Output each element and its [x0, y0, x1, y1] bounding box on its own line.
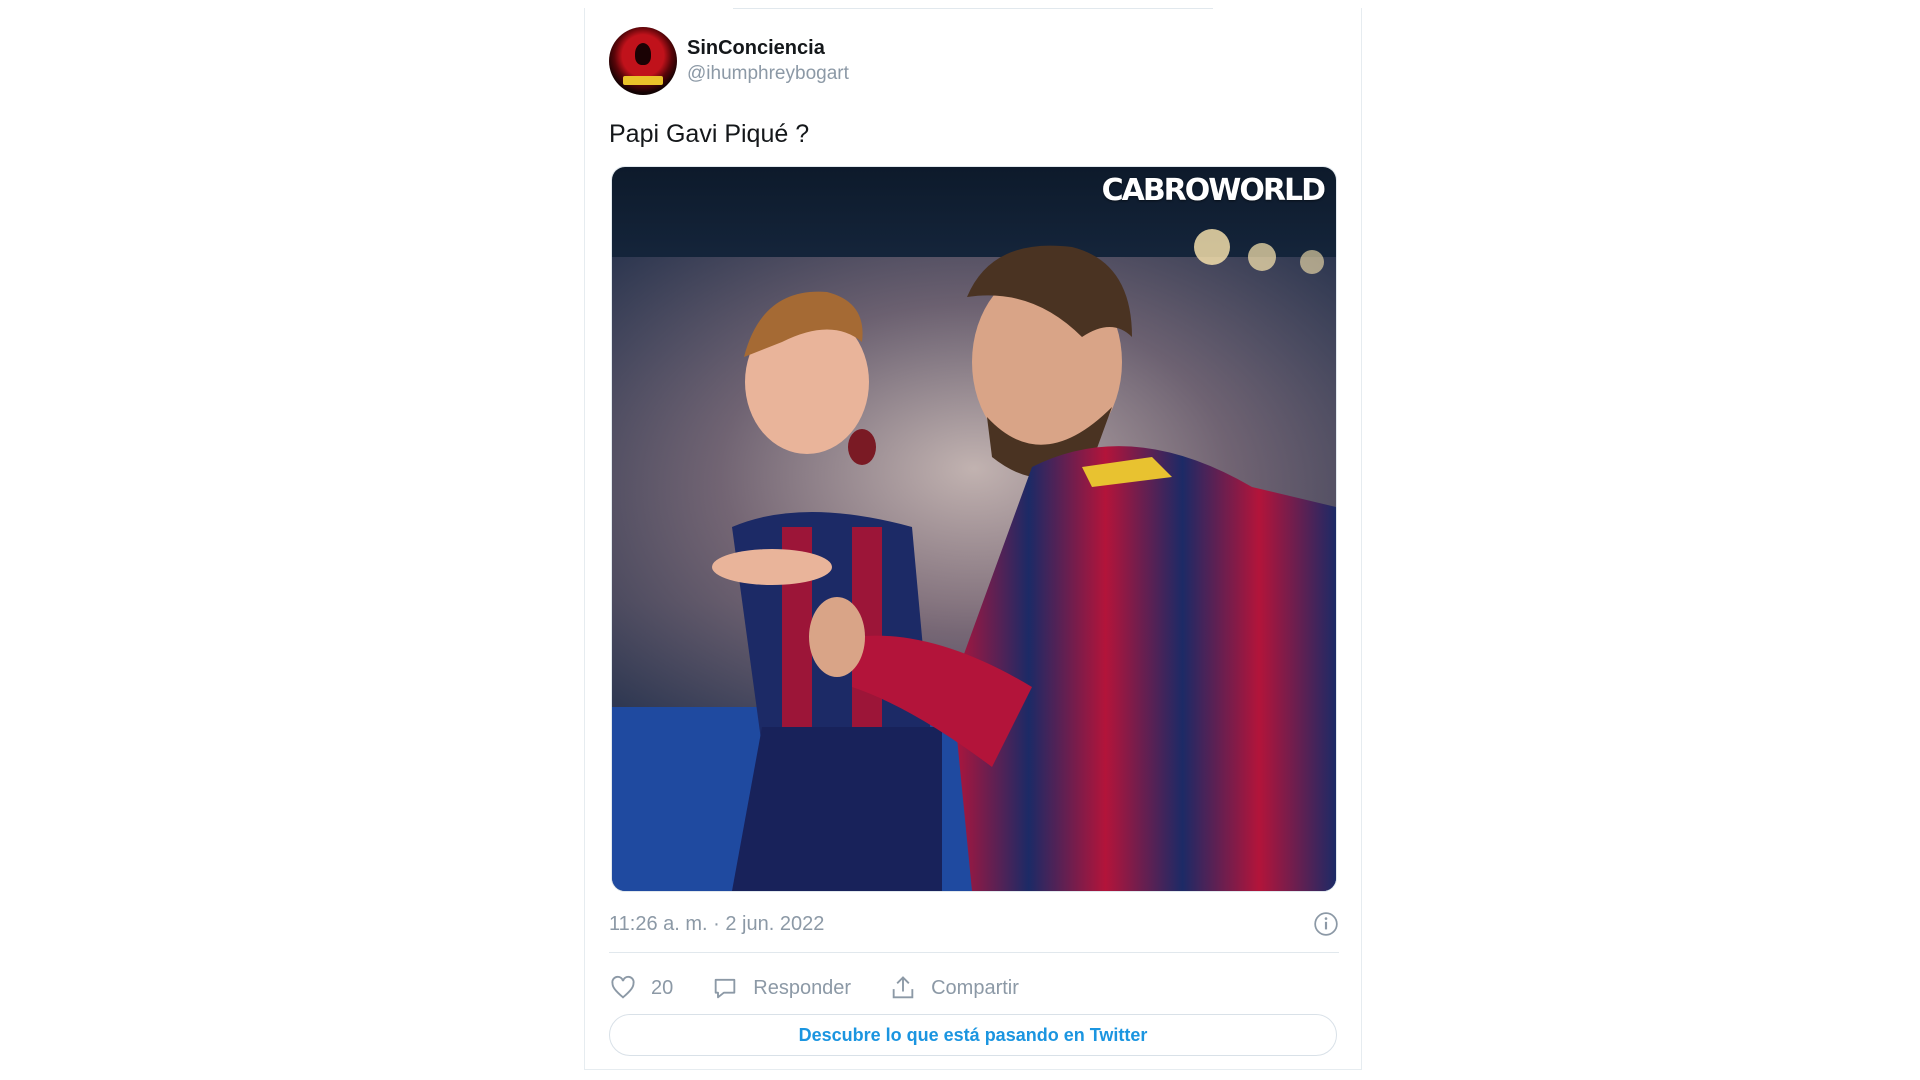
author-display-name[interactable]: SinConciencia: [687, 35, 849, 61]
tweet-meta: 11:26 a. m. · 2 jun. 2022: [609, 908, 1339, 940]
like-count: 20: [651, 976, 674, 999]
share-button[interactable]: Compartir: [889, 974, 1019, 1002]
tweet-card: SinConciencia @ihumphreybogart Papi Gavi…: [584, 8, 1362, 1070]
reply-button[interactable]: Responder: [711, 974, 851, 1002]
top-divider: [733, 8, 1213, 9]
like-button[interactable]: 20: [609, 974, 673, 1002]
speech-bubble-icon: [714, 978, 736, 999]
avatar-figure: [635, 43, 651, 65]
reply-label: Responder: [753, 976, 852, 999]
share-label: Compartir: [931, 976, 1019, 999]
photo-watermark: CABROWORLD: [1101, 173, 1326, 208]
tweet-photo[interactable]: CABROWORLD: [611, 166, 1337, 892]
meta-divider: [609, 952, 1339, 953]
heart-icon: [611, 975, 635, 999]
tweet-text: Papi Gavi Piqué ?: [609, 120, 810, 148]
share-icon: [892, 976, 914, 999]
photo-image: [612, 167, 1336, 891]
tweet-actions: 20 Responder Compartir: [609, 970, 1057, 1006]
tweet-header: SinConciencia @ihumphreybogart: [609, 26, 849, 96]
author-avatar[interactable]: [609, 27, 677, 95]
author-handle[interactable]: @ihumphreybogart: [687, 61, 849, 87]
discover-button[interactable]: Descubre lo que está pasando en Twitter: [609, 1014, 1337, 1056]
author-names: SinConciencia @ihumphreybogart: [687, 35, 849, 87]
avatar-band: [623, 76, 663, 85]
info-icon[interactable]: [1313, 911, 1339, 937]
tweet-timestamp[interactable]: 11:26 a. m. · 2 jun. 2022: [609, 913, 824, 936]
